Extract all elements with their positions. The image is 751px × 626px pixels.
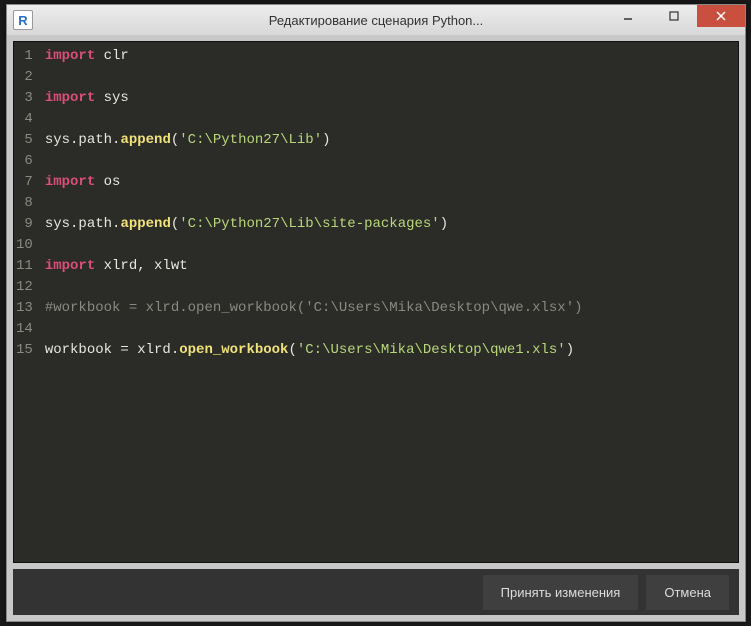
code-line[interactable]: import xlrd, xlwt (45, 256, 732, 277)
dialog-footer: Принять изменения Отмена (13, 569, 739, 615)
line-number: 12 (16, 277, 35, 298)
line-number-gutter: 123456789101112131415 (14, 42, 39, 562)
code-line[interactable] (45, 319, 732, 340)
titlebar[interactable]: R Редактирование сценария Python... (7, 5, 745, 35)
code-line[interactable] (45, 67, 732, 88)
line-number: 7 (16, 172, 35, 193)
code-editor[interactable]: 123456789101112131415 import clr import … (13, 41, 739, 563)
code-line[interactable]: #workbook = xlrd.open_workbook('C:\Users… (45, 298, 732, 319)
maximize-button[interactable] (651, 5, 697, 27)
code-line[interactable]: sys.path.append('C:\Python27\Lib') (45, 130, 732, 151)
code-line[interactable]: workbook = xlrd.open_workbook('C:\Users\… (45, 340, 732, 361)
line-number: 4 (16, 109, 35, 130)
line-number: 8 (16, 193, 35, 214)
line-number: 11 (16, 256, 35, 277)
code-line[interactable]: import clr (45, 46, 732, 67)
code-line[interactable] (45, 193, 732, 214)
code-area[interactable]: import clr import sys sys.path.append('C… (39, 42, 738, 562)
line-number: 9 (16, 214, 35, 235)
cancel-button[interactable]: Отмена (646, 575, 729, 610)
line-number: 13 (16, 298, 35, 319)
code-line[interactable]: import os (45, 172, 732, 193)
line-number: 3 (16, 88, 35, 109)
code-line[interactable] (45, 109, 732, 130)
code-line[interactable] (45, 235, 732, 256)
line-number: 6 (16, 151, 35, 172)
code-line[interactable]: import sys (45, 88, 732, 109)
editor-window: R Редактирование сценария Python... 1234… (6, 4, 746, 622)
minimize-button[interactable] (605, 5, 651, 27)
line-number: 2 (16, 67, 35, 88)
line-number: 14 (16, 319, 35, 340)
window-controls (605, 5, 745, 35)
line-number: 5 (16, 130, 35, 151)
app-icon: R (13, 10, 33, 30)
close-button[interactable] (697, 5, 745, 27)
code-line[interactable] (45, 277, 732, 298)
code-line[interactable] (45, 151, 732, 172)
line-number: 10 (16, 235, 35, 256)
accept-button[interactable]: Принять изменения (483, 575, 639, 610)
line-number: 15 (16, 340, 35, 361)
code-line[interactable]: sys.path.append('C:\Python27\Lib\site-pa… (45, 214, 732, 235)
line-number: 1 (16, 46, 35, 67)
